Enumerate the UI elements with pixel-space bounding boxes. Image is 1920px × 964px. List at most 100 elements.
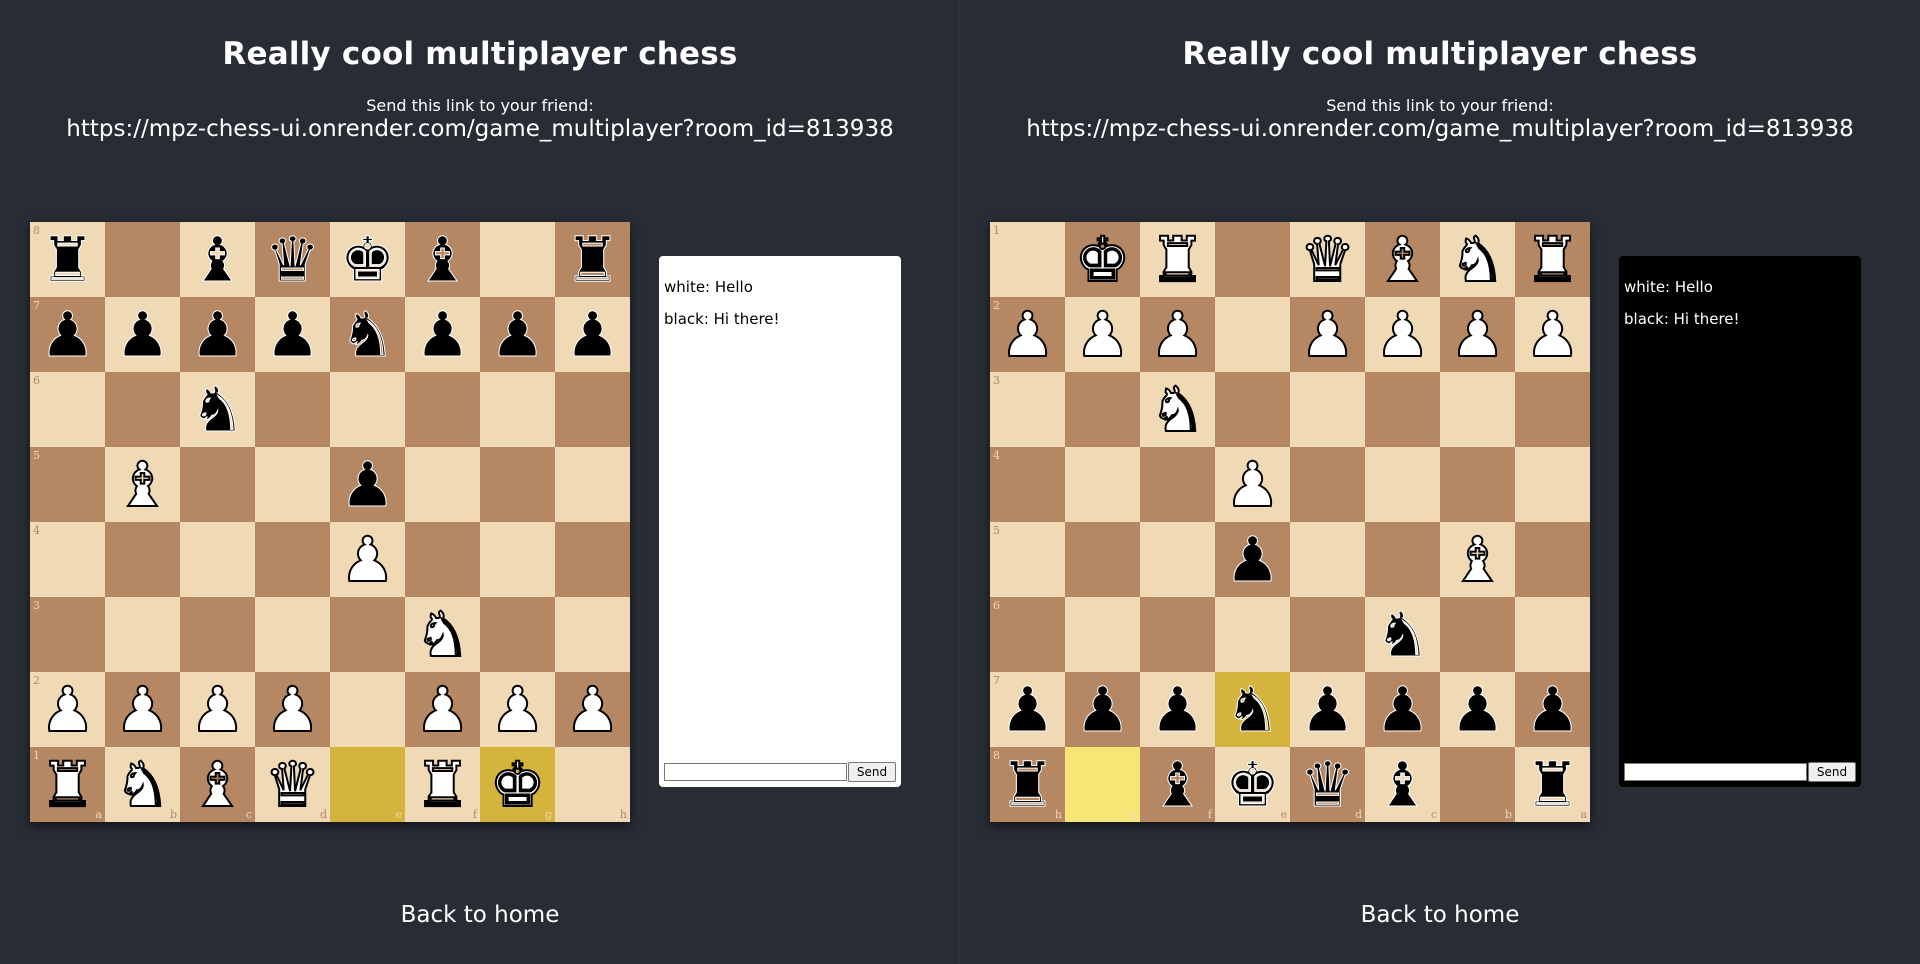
white-pawn-icon[interactable]: ♟ bbox=[1299, 297, 1357, 372]
square-b2[interactable]: ♟ bbox=[105, 672, 180, 747]
square-e3[interactable] bbox=[330, 597, 405, 672]
square-d4[interactable] bbox=[1290, 447, 1365, 522]
square-g8[interactable] bbox=[480, 222, 555, 297]
square-c3[interactable] bbox=[1365, 372, 1440, 447]
square-c7[interactable]: ♟ bbox=[1365, 672, 1440, 747]
send-button[interactable]: Send bbox=[848, 762, 896, 782]
black-rook-icon[interactable]: ♜ bbox=[1524, 747, 1581, 822]
white-rook-icon[interactable]: ♜ bbox=[414, 747, 472, 822]
square-g7[interactable]: ♟ bbox=[480, 297, 555, 372]
square-e2[interactable] bbox=[1215, 297, 1290, 372]
black-bishop-icon[interactable]: ♝ bbox=[1374, 747, 1431, 822]
square-d3[interactable] bbox=[1290, 372, 1365, 447]
square-c8[interactable]: c ♝ bbox=[1365, 747, 1440, 822]
black-king-icon[interactable]: ♚ bbox=[339, 222, 396, 297]
square-g5[interactable] bbox=[1065, 522, 1140, 597]
square-g7[interactable]: ♟ bbox=[1065, 672, 1140, 747]
square-d1[interactable]: ♛ bbox=[1290, 222, 1365, 297]
square-f5[interactable] bbox=[1140, 522, 1215, 597]
white-pawn-icon[interactable]: ♟ bbox=[264, 672, 322, 747]
black-pawn-icon[interactable]: ♟ bbox=[189, 297, 246, 372]
chat-input[interactable] bbox=[664, 763, 847, 781]
black-pawn-icon[interactable]: ♟ bbox=[1299, 672, 1356, 747]
square-d1[interactable]: d ♛ bbox=[255, 747, 330, 822]
square-h8[interactable]: 8 h ♜ bbox=[990, 747, 1065, 822]
square-a4[interactable]: 4 bbox=[30, 522, 105, 597]
square-h6[interactable]: 6 bbox=[990, 597, 1065, 672]
white-king-icon[interactable]: ♚ bbox=[489, 747, 547, 822]
square-c2[interactable]: ♟ bbox=[180, 672, 255, 747]
square-d2[interactable]: ♟ bbox=[255, 672, 330, 747]
black-king-icon[interactable]: ♚ bbox=[1224, 747, 1281, 822]
back-to-home-link[interactable]: Back to home bbox=[0, 902, 960, 928]
square-e5[interactable]: ♟ bbox=[330, 447, 405, 522]
square-c2[interactable]: ♟ bbox=[1365, 297, 1440, 372]
square-h5[interactable] bbox=[555, 447, 630, 522]
square-f5[interactable] bbox=[405, 447, 480, 522]
white-pawn-icon[interactable]: ♟ bbox=[999, 297, 1057, 372]
square-e7[interactable]: ♞ bbox=[1215, 672, 1290, 747]
square-b6[interactable] bbox=[105, 372, 180, 447]
square-f2[interactable]: ♟ bbox=[405, 672, 480, 747]
square-a2[interactable]: ♟ bbox=[1515, 297, 1590, 372]
square-a2[interactable]: 2 ♟ bbox=[30, 672, 105, 747]
black-knight-icon[interactable]: ♞ bbox=[339, 297, 396, 372]
square-b8[interactable] bbox=[105, 222, 180, 297]
black-pawn-icon[interactable]: ♟ bbox=[114, 297, 171, 372]
square-f1[interactable]: ♜ bbox=[1140, 222, 1215, 297]
white-pawn-icon[interactable]: ♟ bbox=[39, 672, 97, 747]
square-a7[interactable]: ♟ bbox=[1515, 672, 1590, 747]
square-a4[interactable] bbox=[1515, 447, 1590, 522]
black-knight-icon[interactable]: ♞ bbox=[1224, 672, 1281, 747]
white-knight-icon[interactable]: ♞ bbox=[114, 747, 172, 822]
square-e6[interactable] bbox=[330, 372, 405, 447]
square-b1[interactable]: ♞ bbox=[1440, 222, 1515, 297]
black-knight-icon[interactable]: ♞ bbox=[189, 372, 246, 447]
square-g3[interactable] bbox=[480, 597, 555, 672]
square-h4[interactable]: 4 bbox=[990, 447, 1065, 522]
white-pawn-icon[interactable]: ♟ bbox=[189, 672, 247, 747]
white-pawn-icon[interactable]: ♟ bbox=[114, 672, 172, 747]
square-e8[interactable]: ♚ bbox=[330, 222, 405, 297]
square-h7[interactable]: ♟ bbox=[555, 297, 630, 372]
square-h1[interactable]: h bbox=[555, 747, 630, 822]
square-e7[interactable]: ♞ bbox=[330, 297, 405, 372]
black-pawn-icon[interactable]: ♟ bbox=[999, 672, 1056, 747]
black-bishop-icon[interactable]: ♝ bbox=[189, 222, 246, 297]
square-c5[interactable] bbox=[1365, 522, 1440, 597]
square-f1[interactable]: f ♜ bbox=[405, 747, 480, 822]
square-c8[interactable]: ♝ bbox=[180, 222, 255, 297]
square-a8[interactable]: 8 ♜ bbox=[30, 222, 105, 297]
black-knight-icon[interactable]: ♞ bbox=[1374, 597, 1431, 672]
white-bishop-icon[interactable]: ♝ bbox=[189, 747, 247, 822]
square-d5[interactable] bbox=[255, 447, 330, 522]
square-g2[interactable]: ♟ bbox=[480, 672, 555, 747]
square-g6[interactable] bbox=[480, 372, 555, 447]
white-pawn-icon[interactable]: ♟ bbox=[1224, 447, 1282, 522]
square-h2[interactable]: 2 ♟ bbox=[990, 297, 1065, 372]
square-b4[interactable] bbox=[105, 522, 180, 597]
black-pawn-icon[interactable]: ♟ bbox=[1524, 672, 1581, 747]
square-f7[interactable]: ♟ bbox=[405, 297, 480, 372]
square-f2[interactable]: ♟ bbox=[1140, 297, 1215, 372]
white-pawn-icon[interactable]: ♟ bbox=[339, 522, 397, 597]
white-pawn-icon[interactable]: ♟ bbox=[564, 672, 622, 747]
square-d7[interactable]: ♟ bbox=[255, 297, 330, 372]
black-pawn-icon[interactable]: ♟ bbox=[264, 297, 321, 372]
square-f3[interactable]: ♞ bbox=[1140, 372, 1215, 447]
square-g6[interactable] bbox=[1065, 597, 1140, 672]
square-a3[interactable] bbox=[1515, 372, 1590, 447]
square-h8[interactable]: ♜ bbox=[555, 222, 630, 297]
square-e1[interactable]: e bbox=[330, 747, 405, 822]
square-c3[interactable] bbox=[180, 597, 255, 672]
square-f8[interactable]: ♝ bbox=[405, 222, 480, 297]
square-c1[interactable]: c ♝ bbox=[180, 747, 255, 822]
white-pawn-icon[interactable]: ♟ bbox=[1524, 297, 1582, 372]
square-d4[interactable] bbox=[255, 522, 330, 597]
square-a6[interactable]: 6 bbox=[30, 372, 105, 447]
square-e3[interactable] bbox=[1215, 372, 1290, 447]
square-d7[interactable]: ♟ bbox=[1290, 672, 1365, 747]
square-e4[interactable]: ♟ bbox=[1215, 447, 1290, 522]
white-king-icon[interactable]: ♚ bbox=[1074, 222, 1132, 297]
square-a5[interactable]: 5 bbox=[30, 447, 105, 522]
